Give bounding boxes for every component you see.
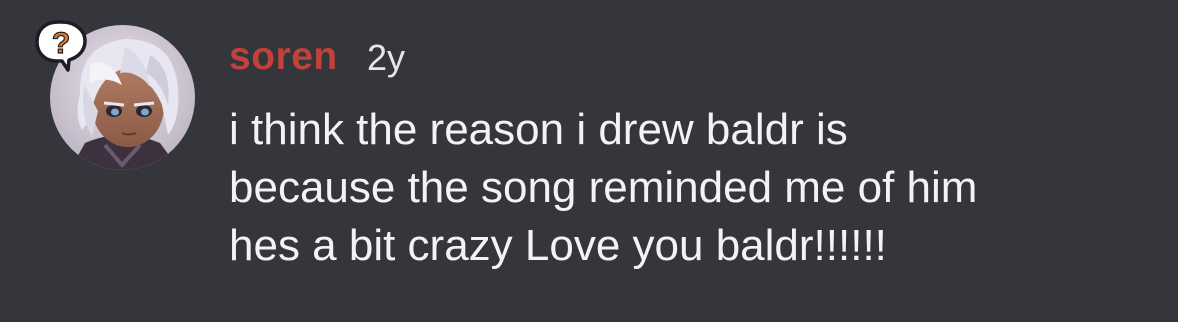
message-line: i think the reason i drew baldr is xyxy=(229,105,848,154)
chat-message: ? soren 2y i think the reason i drew bal… xyxy=(0,0,1178,322)
message-line: hes a bit crazy Love you baldr!!!!!! xyxy=(229,221,887,270)
badge-glyph: ? xyxy=(52,27,70,60)
message-line: because the song reminded me of him xyxy=(229,163,978,212)
message-body: i think the reason i drew baldr is becau… xyxy=(229,101,1129,275)
author-name[interactable]: soren xyxy=(229,34,338,80)
question-mark-speech-bubble-icon: ? xyxy=(34,20,90,72)
message-timestamp: 2y xyxy=(367,37,406,78)
